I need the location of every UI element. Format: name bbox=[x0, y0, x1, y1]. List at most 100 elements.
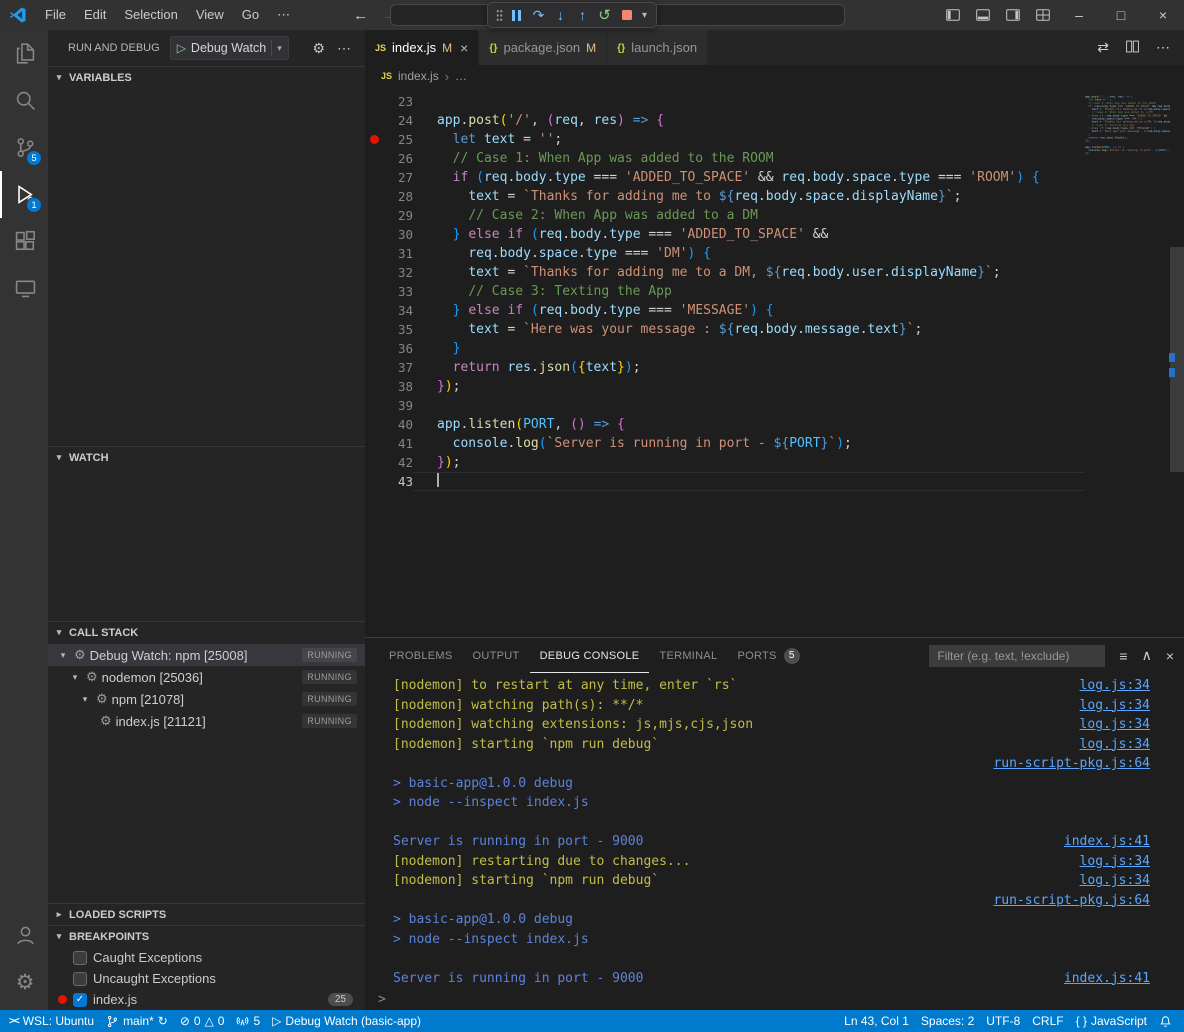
section-header-loaded-scripts[interactable]: ▸ LOADED SCRIPTS bbox=[48, 903, 365, 925]
activitybar-search[interactable] bbox=[0, 77, 48, 124]
back-button[interactable]: ← bbox=[353, 7, 368, 24]
callstack-row[interactable]: ⚙index.js [21121]RUNNING bbox=[48, 710, 365, 732]
debug-session-picker[interactable]: ▾ bbox=[638, 4, 651, 26]
breadcrumb-file[interactable]: index.js bbox=[398, 69, 439, 83]
status-encoding[interactable]: UTF-8 bbox=[980, 1010, 1026, 1032]
code-text[interactable]: // Case 2: When App was added to a DM bbox=[413, 206, 1085, 225]
gutter-breakpoint-zone[interactable] bbox=[365, 206, 383, 225]
gutter-breakpoint-zone[interactable] bbox=[365, 111, 383, 130]
gutter-breakpoint-zone[interactable] bbox=[365, 263, 383, 282]
section-header-variables[interactable]: ▾ VARIABLES bbox=[48, 66, 365, 88]
gutter-breakpoint-zone[interactable] bbox=[365, 415, 383, 434]
code-text[interactable]: // Case 3: Texting the App bbox=[413, 282, 1085, 301]
callstack-row[interactable]: ▾⚙Debug Watch: npm [25008]RUNNING bbox=[48, 644, 365, 666]
code-text[interactable]: text = `Here was your message : ${req.bo… bbox=[413, 320, 1085, 339]
code-text[interactable]: let text = ''; bbox=[413, 130, 1085, 149]
code-text[interactable] bbox=[413, 396, 1085, 415]
step-over-button[interactable]: ↷ bbox=[528, 4, 549, 26]
activitybar-accounts[interactable] bbox=[0, 912, 48, 959]
breakpoint-row[interactable]: Uncaught Exceptions bbox=[48, 968, 365, 989]
menu-file[interactable]: File bbox=[36, 0, 75, 30]
breadcrumb[interactable]: JS index.js › … bbox=[365, 65, 1184, 87]
step-out-button[interactable]: ↑ bbox=[572, 4, 593, 26]
status-debug-status[interactable]: ▷Debug Watch (basic-app) bbox=[266, 1010, 427, 1032]
debug-console[interactable]: [nodemon] to restart at any time, enter … bbox=[365, 673, 1184, 1010]
status-notifications[interactable] bbox=[1153, 1010, 1178, 1032]
callstack-row[interactable]: ▾⚙npm [21078]RUNNING bbox=[48, 688, 365, 710]
gutter-breakpoint-zone[interactable] bbox=[365, 320, 383, 339]
panel-tab-problems[interactable]: PROBLEMS bbox=[379, 638, 463, 673]
gutter-breakpoint-zone[interactable] bbox=[365, 358, 383, 377]
activitybar-settings[interactable]: ⚙ bbox=[0, 959, 48, 1006]
gutter-breakpoint-zone[interactable] bbox=[365, 301, 383, 320]
toggle-panel-button[interactable] bbox=[968, 0, 998, 30]
open-changes-button[interactable]: ⇄ bbox=[1097, 39, 1109, 56]
source-link[interactable]: log.js:34 bbox=[1080, 698, 1150, 713]
gutter-breakpoint-zone[interactable] bbox=[365, 282, 383, 301]
status-remote[interactable]: ><WSL: Ubuntu bbox=[0, 1010, 100, 1032]
chevron-down-icon[interactable]: ▾ bbox=[78, 694, 92, 705]
section-header-call-stack[interactable]: ▾ CALL STACK bbox=[48, 621, 365, 643]
breakpoint-row[interactable]: ✓index.js25 bbox=[48, 989, 365, 1010]
activitybar-remote-explorer[interactable] bbox=[0, 265, 48, 312]
close-panel-button[interactable]: × bbox=[1166, 648, 1174, 664]
code-text[interactable]: req.body.space.type === 'DM') { bbox=[413, 244, 1085, 263]
maximize-panel-button[interactable]: ∧ bbox=[1142, 647, 1152, 664]
toggle-primary-sidebar-button[interactable] bbox=[938, 0, 968, 30]
gutter-breakpoint-zone[interactable] bbox=[365, 168, 383, 187]
code-text[interactable]: } else if (req.body.type === 'MESSAGE') … bbox=[413, 301, 1085, 320]
toggle-secondary-sidebar-button[interactable] bbox=[998, 0, 1028, 30]
source-link[interactable]: log.js:34 bbox=[1080, 717, 1150, 732]
minimap[interactable]: app.post('/', (req, res) => { let text =… bbox=[1085, 92, 1170, 422]
status-indentation[interactable]: Spaces: 2 bbox=[915, 1010, 980, 1032]
gutter-breakpoint-zone[interactable] bbox=[365, 244, 383, 263]
gutter-breakpoint-zone[interactable] bbox=[365, 225, 383, 244]
tab-package-json[interactable]: {}package.jsonM bbox=[479, 30, 607, 65]
gutter-breakpoint-zone[interactable] bbox=[365, 187, 383, 206]
gutter-breakpoint-zone[interactable] bbox=[365, 396, 383, 415]
open-launch-config-button[interactable]: ⚙ bbox=[312, 40, 325, 57]
chevron-down-icon[interactable]: ▾ bbox=[68, 672, 82, 683]
close-window-button[interactable]: × bbox=[1142, 0, 1184, 30]
activitybar-explorer[interactable] bbox=[0, 30, 48, 77]
console-filter-input[interactable] bbox=[929, 645, 1105, 667]
code-editor[interactable]: 2324app.post('/', (req, res) => {25 let … bbox=[365, 87, 1184, 637]
source-link[interactable]: log.js:34 bbox=[1080, 854, 1150, 869]
gutter-breakpoint-zone[interactable] bbox=[365, 339, 383, 358]
gutter-breakpoint-zone[interactable] bbox=[365, 453, 383, 472]
status-git-branch[interactable]: main*↻ bbox=[100, 1010, 174, 1032]
activitybar-extensions[interactable] bbox=[0, 218, 48, 265]
status-cursor-position[interactable]: Ln 43, Col 1 bbox=[835, 1010, 915, 1032]
breakpoint-row[interactable]: Caught Exceptions bbox=[48, 947, 365, 968]
code-text[interactable]: app.listen(PORT, () => { bbox=[413, 415, 1085, 434]
source-link[interactable]: run-script-pkg.js:64 bbox=[993, 893, 1150, 908]
section-header-breakpoints[interactable]: ▾ BREAKPOINTS bbox=[48, 925, 365, 947]
code-text[interactable]: }); bbox=[413, 453, 1085, 472]
pause-button[interactable] bbox=[506, 4, 527, 26]
source-link[interactable]: log.js:34 bbox=[1080, 737, 1150, 752]
code-text[interactable]: console.log(`Server is running in port -… bbox=[413, 434, 1085, 453]
source-link[interactable]: index.js:41 bbox=[1064, 834, 1150, 849]
activitybar-run-and-debug[interactable]: 1 bbox=[0, 171, 48, 218]
tab-index-js[interactable]: JSindex.jsM× bbox=[365, 30, 479, 65]
panel-tab-debug-console[interactable]: DEBUG CONSOLE bbox=[530, 638, 650, 673]
debug-config-dropdown[interactable]: ▷ Debug Watch ▾ bbox=[170, 36, 289, 60]
activitybar-source-control[interactable]: 5 bbox=[0, 124, 48, 171]
code-text[interactable]: } bbox=[413, 339, 1085, 358]
menu-selection[interactable]: Selection bbox=[115, 0, 186, 30]
panel-tab-ports[interactable]: PORTS5 bbox=[727, 638, 809, 673]
gutter-breakpoint-zone[interactable] bbox=[365, 149, 383, 168]
minimize-window-button[interactable]: – bbox=[1058, 0, 1100, 30]
restart-button[interactable]: ↺ bbox=[594, 4, 615, 26]
code-text[interactable]: return res.json({text}); bbox=[413, 358, 1085, 377]
more-actions-button[interactable]: ⋯ bbox=[1156, 39, 1170, 56]
console-input[interactable]: > bbox=[378, 988, 1184, 1010]
drag-handle[interactable] bbox=[493, 4, 505, 26]
source-link[interactable]: index.js:41 bbox=[1064, 971, 1150, 986]
gutter-breakpoint-zone[interactable] bbox=[365, 377, 383, 396]
code-text[interactable]: // Case 1: When App was added to the ROO… bbox=[413, 149, 1085, 168]
menu-more[interactable]: ⋯ bbox=[268, 0, 299, 30]
maximize-window-button[interactable]: □ bbox=[1100, 0, 1142, 30]
panel-tab-terminal[interactable]: TERMINAL bbox=[649, 638, 727, 673]
code-text[interactable]: app.post('/', (req, res) => { bbox=[413, 111, 1085, 130]
